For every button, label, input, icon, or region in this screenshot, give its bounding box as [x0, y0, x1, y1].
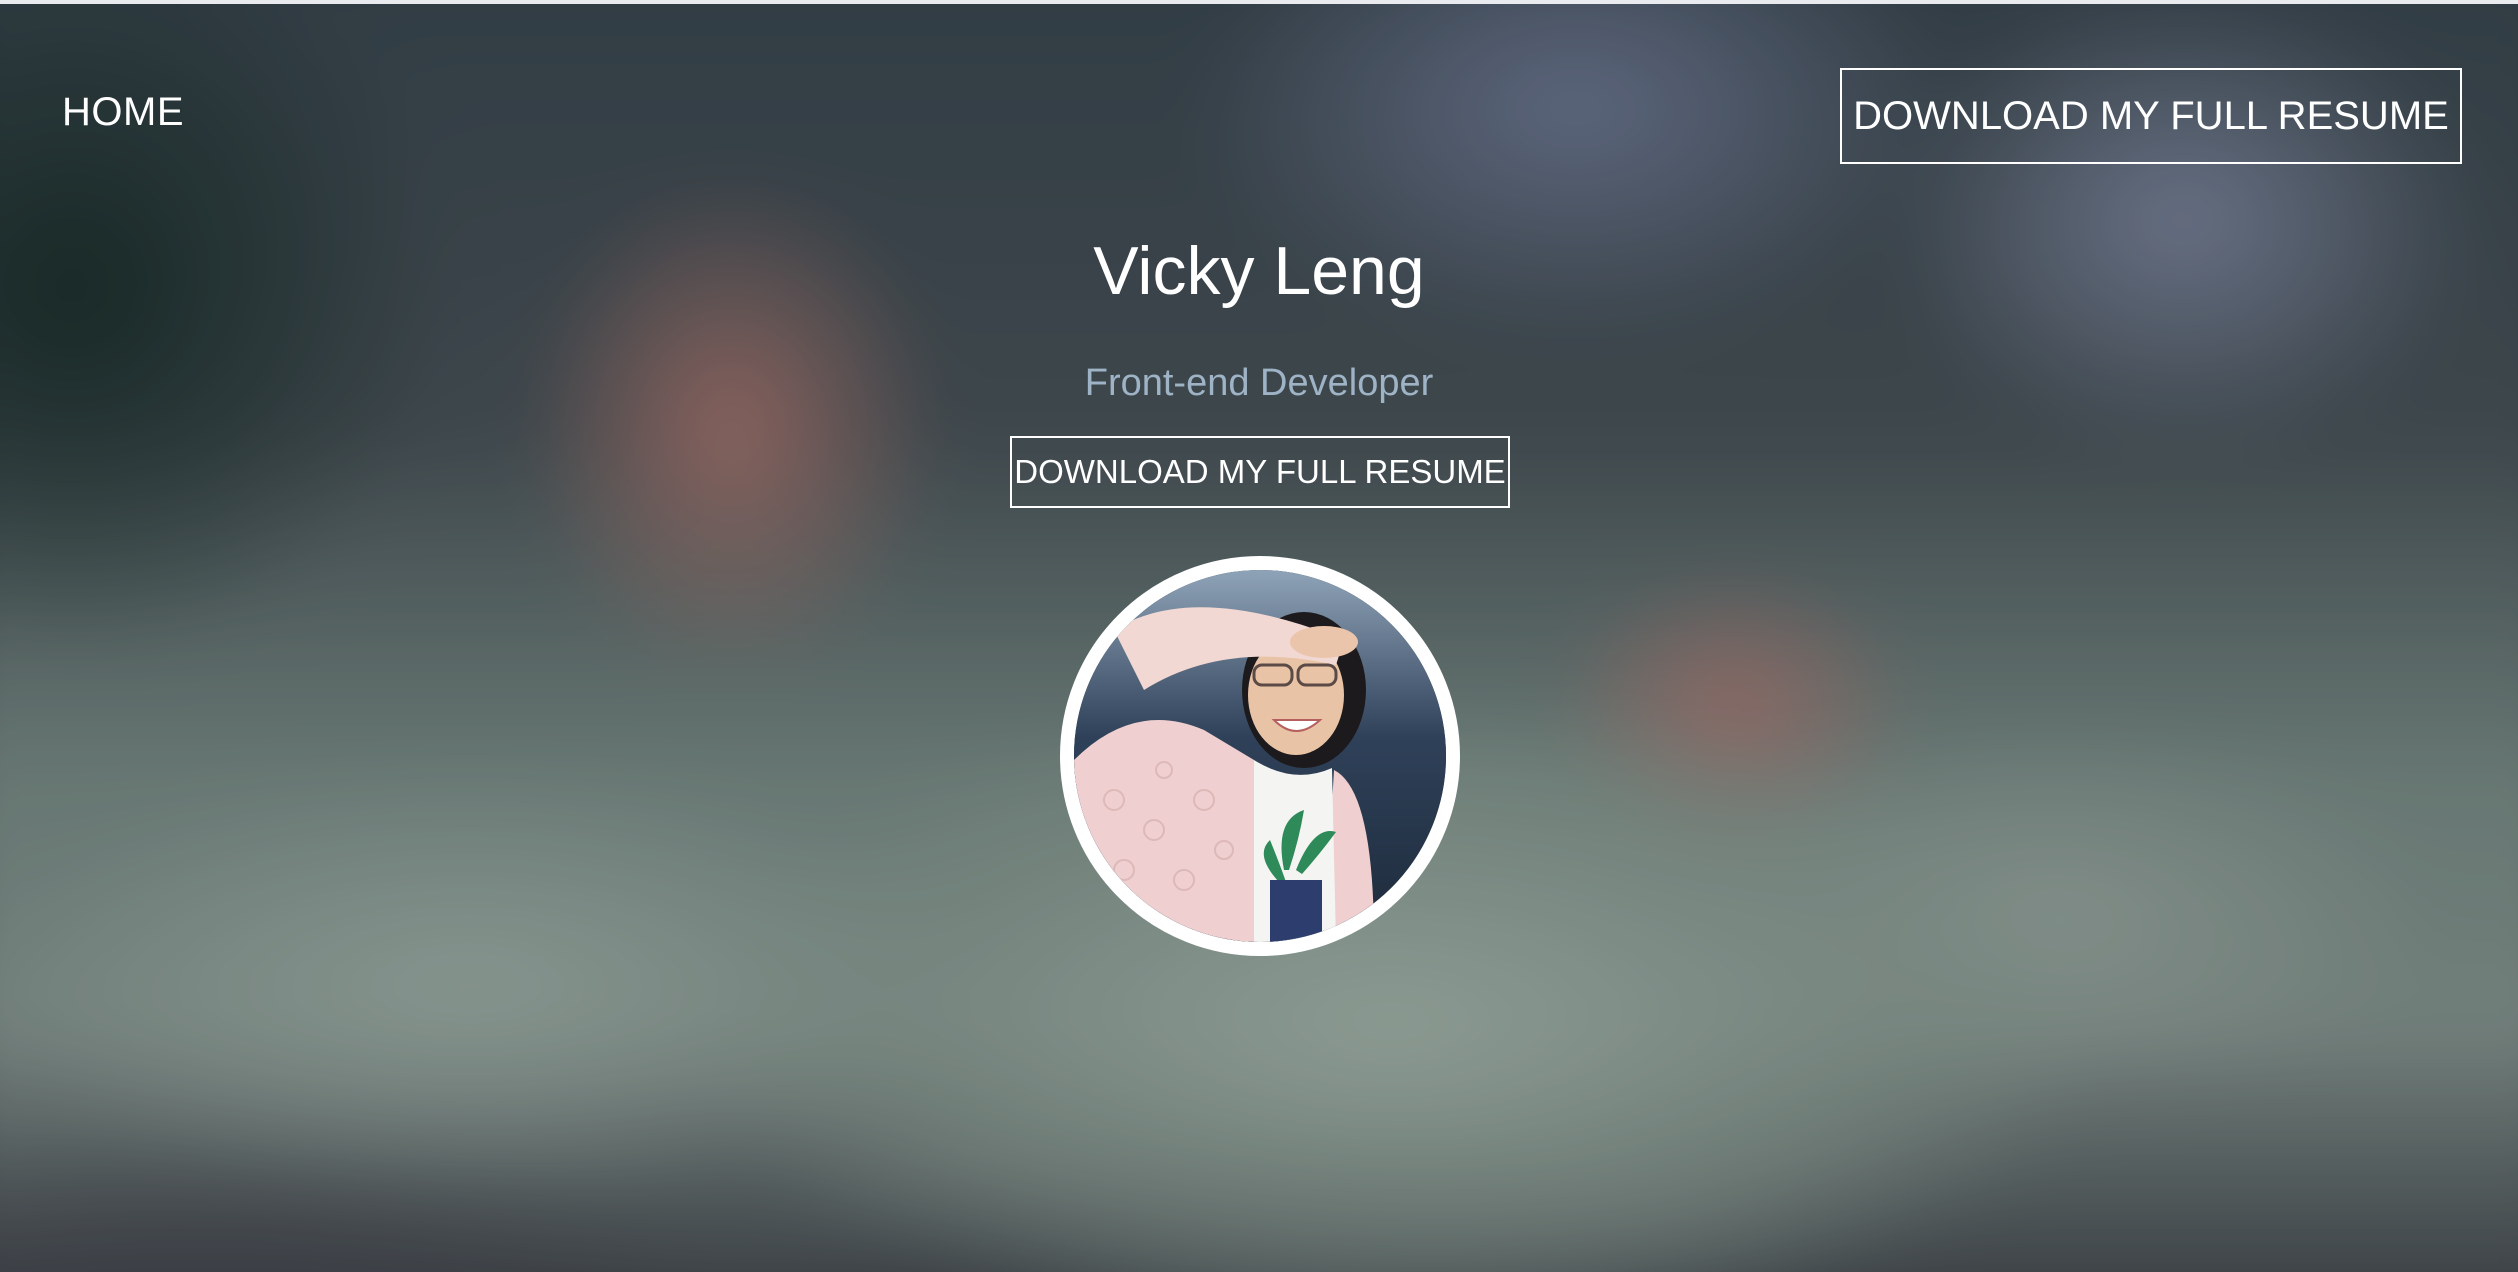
profile-photo	[1074, 570, 1446, 942]
hero-role: Front-end Developer	[1084, 362, 1434, 404]
profile-avatar	[1060, 556, 1460, 956]
nav-home-link[interactable]: HOME	[62, 90, 184, 135]
hero-name: Vicky Leng	[1093, 233, 1425, 309]
hero-section: HOME DOWNLOAD MY FULL RESUME Vicky Leng …	[0, 0, 2518, 1272]
hero-download-resume-button[interactable]: DOWNLOAD MY FULL RESUME	[1010, 436, 1510, 508]
nav-download-resume-button[interactable]: DOWNLOAD MY FULL RESUME	[1840, 68, 2462, 164]
top-strip	[0, 0, 2518, 4]
